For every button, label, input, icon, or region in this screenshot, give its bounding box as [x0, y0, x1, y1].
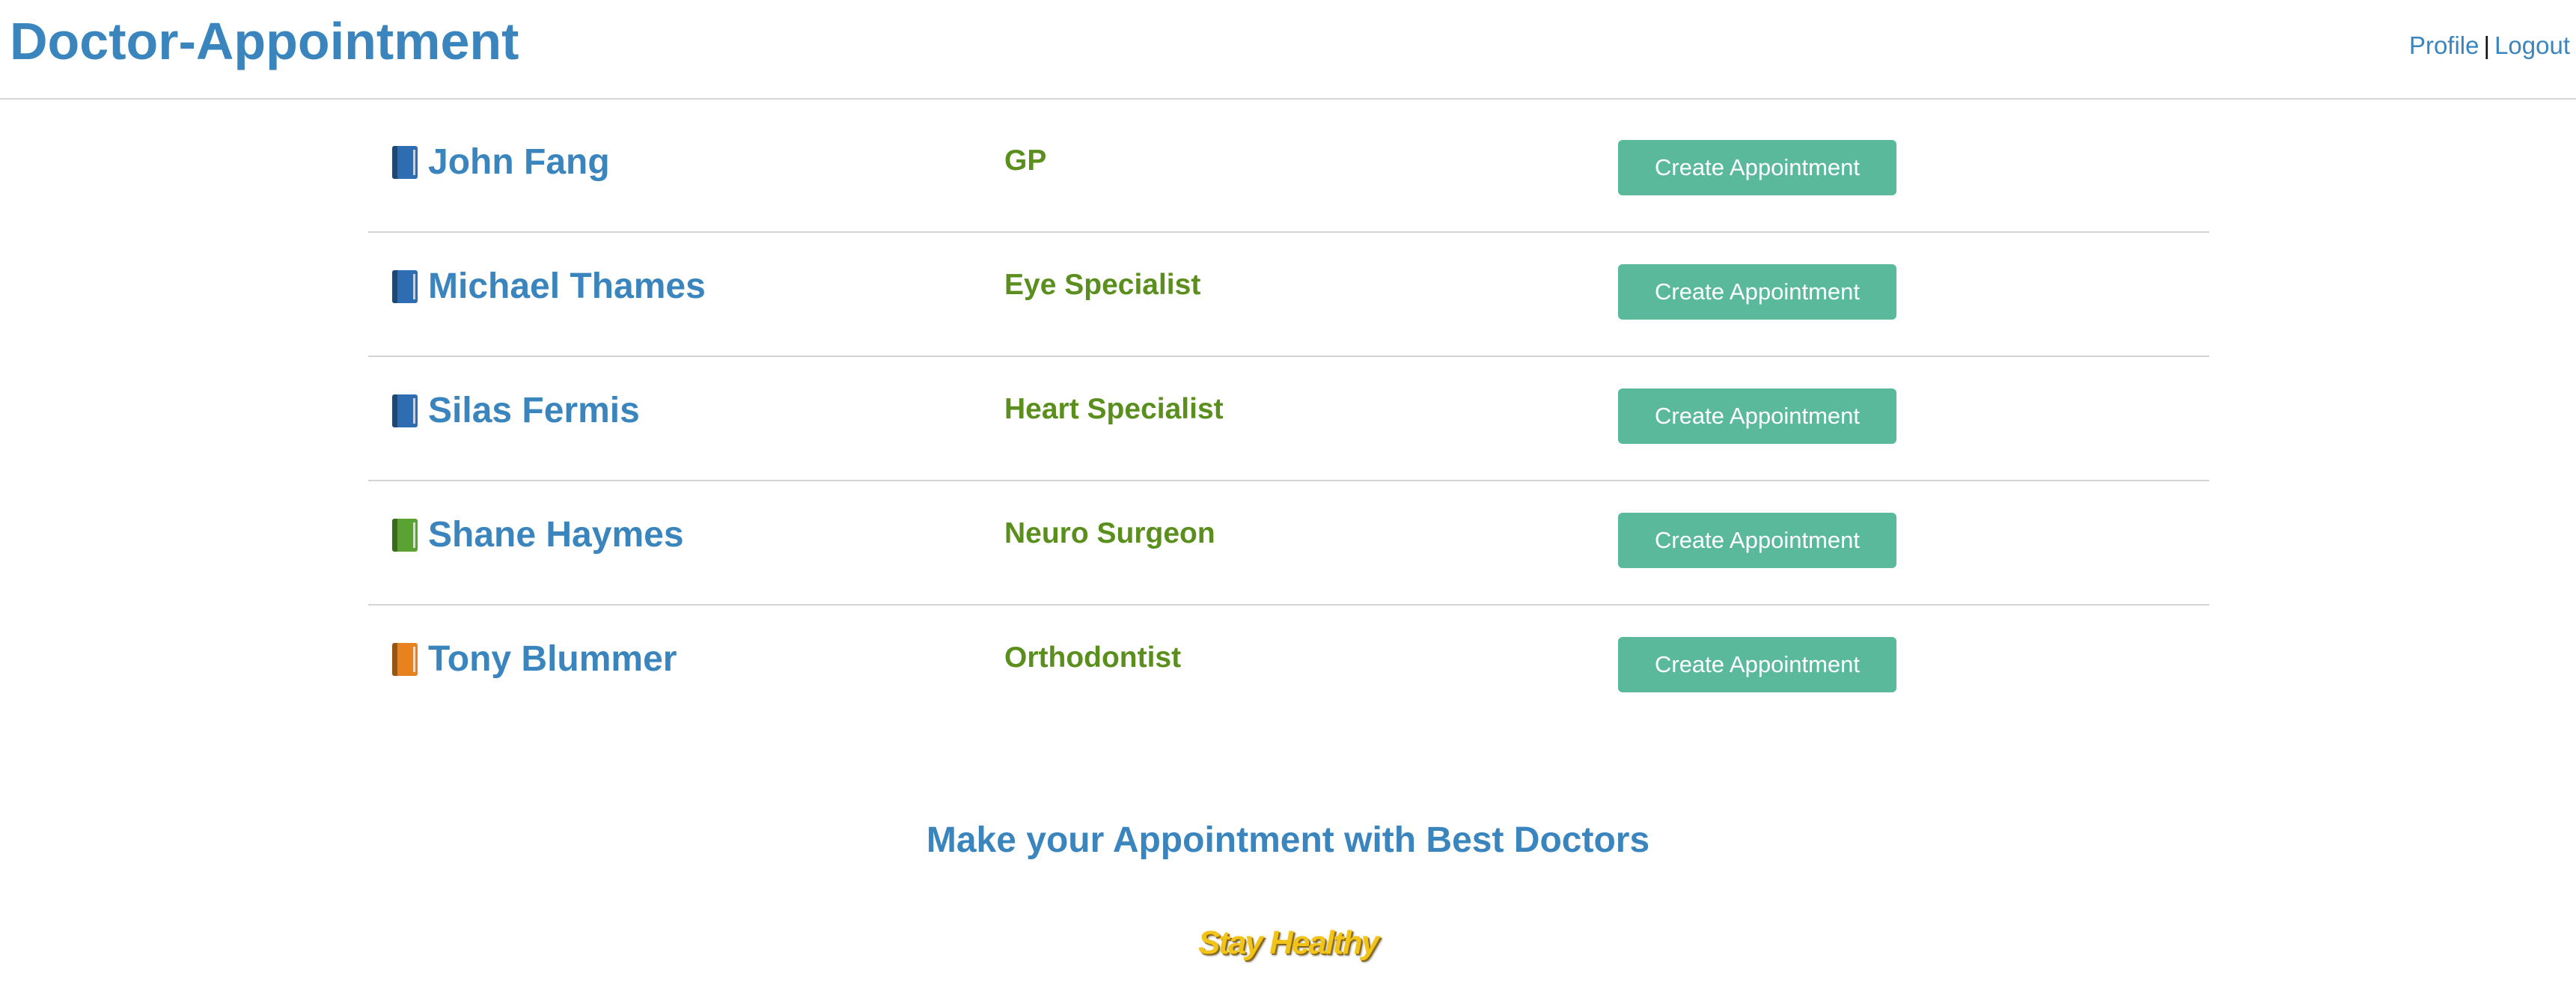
doctor-name: John Fang	[428, 142, 610, 182]
blue-book-icon	[392, 394, 418, 427]
doctor-row: Tony Blummer Orthodontist Create Appoint…	[368, 606, 2209, 730]
doctor-name: Silas Fermis	[428, 391, 640, 430]
doctor-specialty: GP	[1004, 144, 1047, 177]
blue-book-icon	[392, 270, 418, 303]
doctor-specialty: Heart Specialist	[1004, 393, 1224, 425]
doctor-name: Shane Haymes	[428, 515, 684, 555]
create-appointment-button[interactable]: Create Appointment	[1618, 264, 1896, 320]
doctor-specialty: Eye Specialist	[1004, 269, 1201, 301]
doctor-specialty: Neuro Surgeon	[1004, 517, 1215, 549]
slogan: Stay Healthy	[1197, 924, 1379, 961]
create-appointment-button[interactable]: Create Appointment	[1618, 140, 1896, 195]
tagline: Make your Appointment with Best Doctors	[926, 820, 1650, 860]
doctor-row: Shane Haymes Neuro Surgeon Create Appoin…	[368, 481, 2209, 606]
doctor-name: Tony Blummer	[428, 639, 677, 679]
doctor-name-link[interactable]: Shane Haymes	[392, 514, 684, 556]
site-title[interactable]: Doctor-Appointment	[10, 10, 519, 73]
doctor-list: John Fang GP Create Appointment Michael …	[368, 109, 2209, 730]
create-appointment-button[interactable]: Create Appointment	[1618, 513, 1896, 568]
profile-link[interactable]: Profile	[2409, 31, 2479, 59]
doctor-name-link[interactable]: John Fang	[392, 141, 610, 183]
header-bar: Doctor-Appointment Profile | Logout	[0, 0, 2576, 100]
doctor-name-link[interactable]: Tony Blummer	[392, 638, 677, 680]
doctor-name: Michael Thames	[428, 266, 706, 306]
doctor-row: John Fang GP Create Appointment	[368, 109, 2209, 233]
create-appointment-button[interactable]: Create Appointment	[1618, 388, 1896, 444]
logout-link[interactable]: Logout	[2494, 31, 2570, 59]
doctor-row: Michael Thames Eye Specialist Create App…	[368, 233, 2209, 357]
doctor-name-link[interactable]: Michael Thames	[392, 266, 706, 308]
blue-book-icon	[392, 146, 418, 179]
nav-separator: |	[2483, 31, 2491, 59]
top-nav: Profile | Logout	[2409, 29, 2570, 62]
green-book-icon	[392, 519, 418, 552]
orange-book-icon	[392, 643, 418, 676]
doctor-row: Silas Fermis Heart Specialist Create App…	[368, 357, 2209, 481]
doctor-name-link[interactable]: Silas Fermis	[392, 390, 640, 432]
create-appointment-button[interactable]: Create Appointment	[1618, 637, 1896, 692]
doctor-specialty: Orthodontist	[1004, 641, 1182, 674]
